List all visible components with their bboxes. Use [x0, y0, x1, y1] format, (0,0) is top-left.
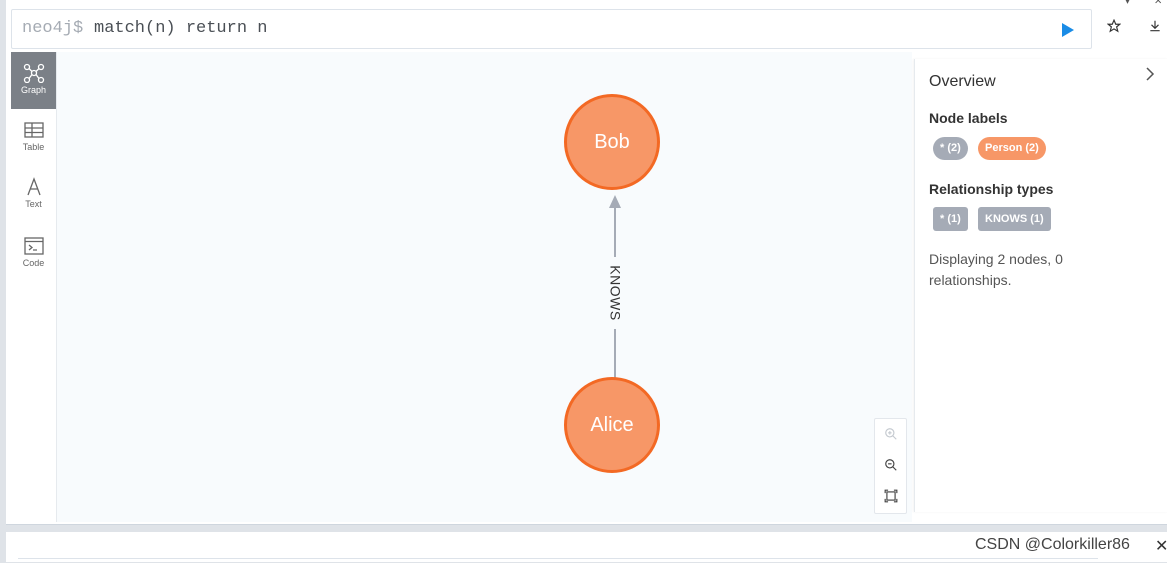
arrowhead: [609, 195, 621, 208]
zoom-in-icon[interactable]: [875, 419, 906, 449]
rel-type-knows-tag[interactable]: KNOWS (1): [978, 207, 1051, 231]
watermark: CSDN @Colorkiller86: [975, 536, 1130, 553]
node-label: Alice: [590, 413, 634, 436]
relationship-label: KNOWS: [608, 265, 625, 321]
node-bob[interactable]: Bob: [564, 94, 660, 190]
relationship-types-heading: Relationship types: [929, 181, 1054, 197]
rel-type-all-tag[interactable]: * (1): [933, 207, 968, 231]
node-label-person-pill[interactable]: Person (2): [978, 137, 1046, 160]
zoom-controls: [874, 418, 907, 514]
chevron-right-icon[interactable]: [1145, 67, 1155, 86]
node-label: Bob: [594, 130, 630, 153]
overview-panel: Overview Node labels * (2) Person (2) Re…: [914, 59, 1167, 512]
close-icon[interactable]: ✕: [1155, 536, 1167, 556]
node-alice[interactable]: Alice: [564, 377, 660, 473]
node-label-all-pill[interactable]: * (2): [933, 137, 968, 160]
node-labels-heading: Node labels: [929, 110, 1008, 126]
overview-title: Overview: [929, 73, 996, 90]
fit-to-screen-icon[interactable]: [875, 481, 906, 511]
zoom-out-icon[interactable]: [875, 450, 906, 480]
display-summary: Displaying 2 nodes, 0 relationships.: [929, 251, 1063, 288]
next-editor-edge: [18, 558, 1098, 563]
